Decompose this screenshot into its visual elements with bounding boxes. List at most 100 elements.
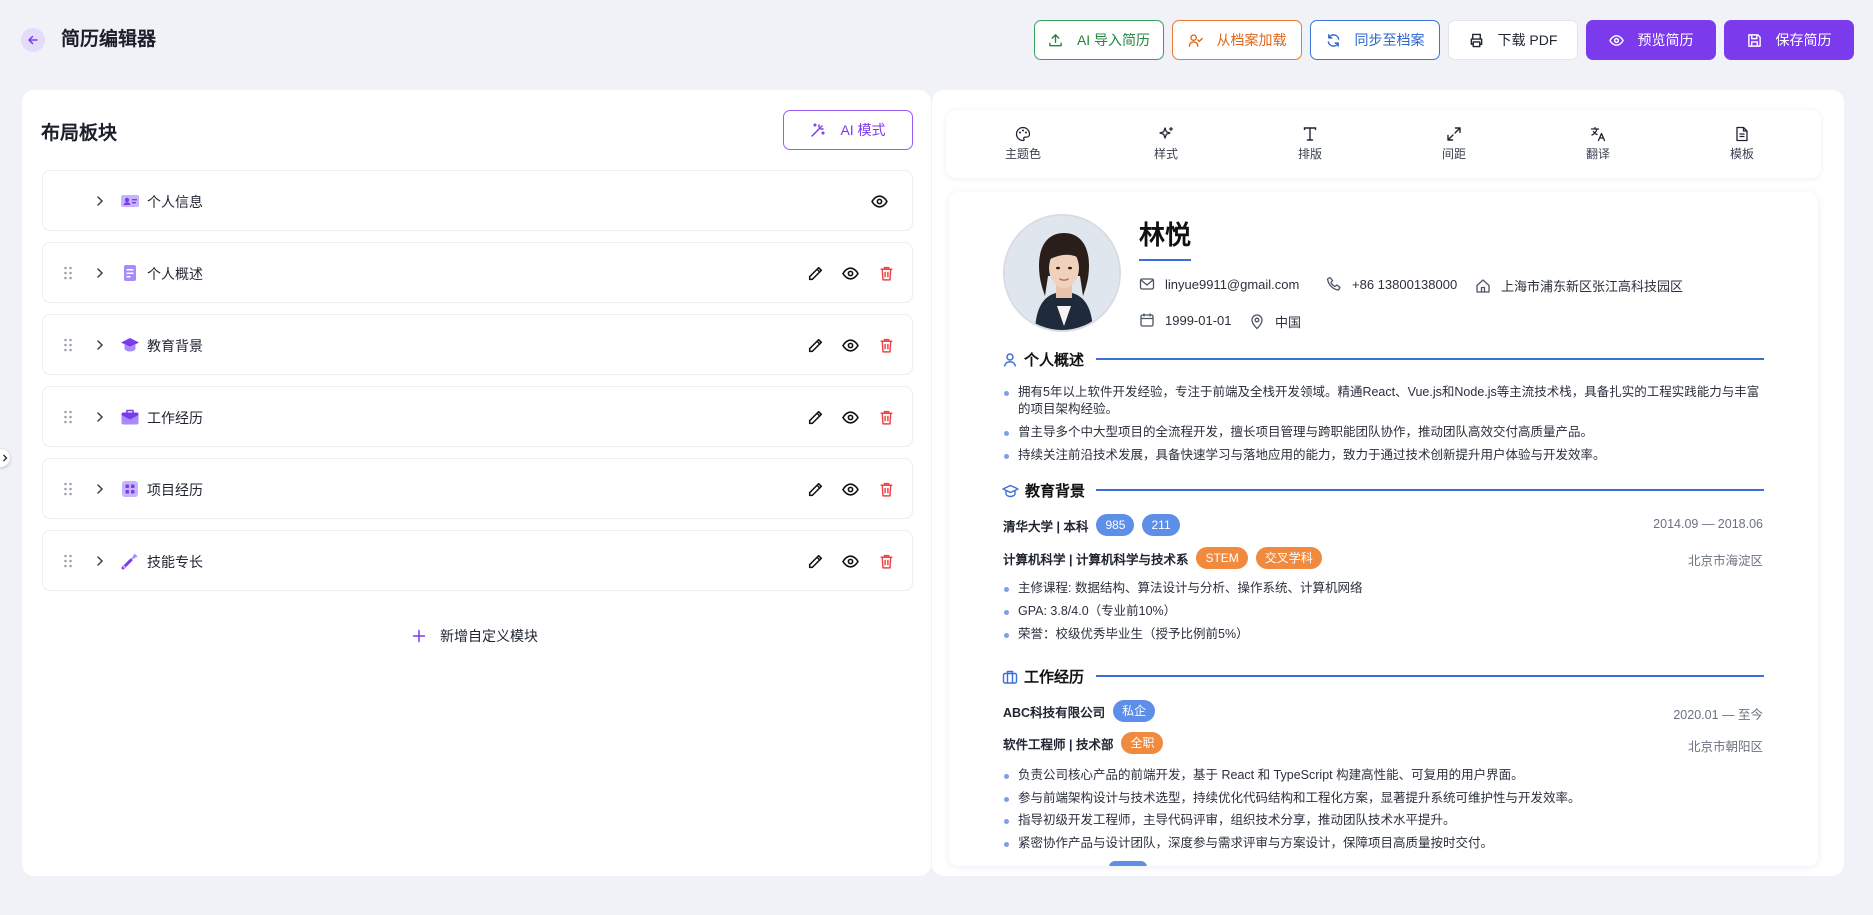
education-period: 2014.09 — 2018.06 [1653,517,1763,531]
tool-typography[interactable]: 排版 [1280,126,1340,162]
pencil-icon[interactable] [807,265,824,282]
load-archive-button[interactable]: 从档案加载 [1172,20,1302,60]
company-name: ABC科技有限公司 [1003,705,1106,720]
section-label: 项目经历 [147,482,203,498]
translate-icon [1590,126,1606,142]
email-text: linyue9911@gmail.com [1165,276,1300,292]
drag-handle-icon[interactable] [63,265,73,281]
section-item-education[interactable]: 教育背景 [42,314,913,375]
trash-icon[interactable] [878,553,895,570]
drag-handle-icon[interactable] [63,481,73,497]
plus-icon [412,629,426,643]
section-item-work[interactable]: 工作经历 [42,386,913,447]
pencil-icon[interactable] [807,553,824,570]
summary-item: 曾主导多个中大型项目的全流程开发，擅长项目管理与跨职能团队协作，推动团队高效交付… [1003,424,1763,441]
eye-icon[interactable] [842,265,859,282]
download-pdf-button[interactable]: 下载 PDF [1448,20,1578,60]
tool-label: 排版 [1297,147,1322,161]
drag-handle-icon[interactable] [63,409,73,425]
chevron-right-icon[interactable] [93,194,107,208]
layout-panel-title: 布局板块 [41,123,118,144]
eye-icon[interactable] [842,481,859,498]
save-button[interactable]: 保存简历 [1724,20,1854,60]
phone-icon [1326,276,1341,291]
major-name: 计算机科学 | 计算机科学与技术系 [1003,552,1189,567]
eye-icon[interactable] [871,193,888,210]
major-tag: 交叉学科 [1255,547,1322,569]
resume-preview[interactable]: 林悦 linyue9911@gmail.com +86 13800138000 … [949,192,1818,866]
arrow-left-icon [28,35,38,45]
work-heading: 工作经历 [1002,666,1084,687]
section-item-projects[interactable]: 项目经历 [42,458,913,519]
section-label: 教育背景 [147,338,203,354]
tool-style[interactable]: 样式 [1136,126,1196,162]
trash-icon[interactable] [878,337,895,354]
summary-divider [1096,358,1764,360]
company-tag: 私企 [1113,700,1156,722]
load-archive-label: 从档案加载 [1216,32,1287,48]
ai-mode-label: AI 模式 [840,122,886,138]
pencil-icon[interactable] [807,409,824,426]
save-label: 保存简历 [1775,32,1832,48]
tool-translate[interactable]: 翻译 [1568,126,1628,162]
user-icon [1003,352,1017,367]
pencil-icon[interactable] [807,337,824,354]
chevron-right-icon[interactable] [93,410,107,424]
chevron-right-icon[interactable] [93,482,107,496]
drag-handle-icon[interactable] [63,553,73,569]
summary-title: 个人概述 [1024,352,1085,369]
eye-icon[interactable] [842,553,859,570]
work-item: 参与前端架构设计与技术选型，持续优化代码结构和工程化方案，显著提升系统可维护性与… [1003,790,1763,807]
summary-item: 持续关注前沿技术发展，具备快速学习与落地应用的能力，致力于通过技术创新提升用户体… [1003,447,1763,464]
summary-item: 拥有5年以上软件开发经验，专注于前端及全栈开发领域。精通React、Vue.js… [1003,384,1763,418]
name-underline [1139,259,1191,261]
ai-import-button[interactable]: AI 导入简历 [1034,20,1164,60]
section-label: 个人信息 [147,194,203,210]
education-item: 主修课程: 数据结构、算法设计与分析、操作系统、计算机网络 [1003,580,1763,597]
major-tag: STEM [1196,547,1248,569]
section-item-summary[interactable]: 个人概述 [42,242,913,303]
work-city: 北京市朝阳区 [1687,740,1763,754]
trash-icon[interactable] [878,481,895,498]
panel-toggle-handle[interactable] [0,449,10,467]
sync-archive-button[interactable]: 同步至档案 [1310,20,1440,60]
chevron-right-icon[interactable] [93,266,107,280]
work-divider [1096,675,1764,677]
education-item: 荣誉：校级优秀毕业生（授予比例前5%） [1003,626,1763,643]
add-custom-module-button[interactable]: 新增自定义模块 [412,626,538,646]
role-row: 软件工程师 | 技术部 全职 [1003,732,1164,754]
upload-icon [1049,33,1062,46]
tool-spacing[interactable]: 间距 [1424,126,1484,162]
school-tag: 211 [1142,514,1180,536]
tool-label: 样式 [1153,147,1178,161]
section-item-personal-info[interactable]: 个人信息 [42,170,913,231]
eye-icon[interactable] [842,409,859,426]
ai-import-label: AI 导入简历 [1076,32,1151,48]
trash-icon[interactable] [878,265,895,282]
drag-handle-icon[interactable] [63,337,73,353]
school-name: 清华大学 | 本科 [1003,519,1089,534]
app-title: 简历编辑器 [61,29,157,50]
eye-icon[interactable] [842,337,859,354]
tool-theme-color[interactable]: 主题色 [993,126,1053,162]
work-title: 工作经历 [1024,669,1085,686]
chevron-right-icon[interactable] [93,554,107,568]
ai-mode-button[interactable]: AI 模式 [783,110,913,150]
education-item: GPA: 3.8/4.0（专业前10%） [1003,603,1763,620]
tool-template[interactable]: 模板 [1712,126,1772,162]
section-item-skills[interactable]: 技能专长 [42,530,913,591]
pencil-icon[interactable] [807,481,824,498]
download-pdf-label: 下载 PDF [1497,32,1558,48]
work-item: 负责公司核心产品的前端开发，基于 React 和 TypeScript 构建高性… [1003,767,1763,784]
mail-icon [1139,278,1155,290]
trash-icon[interactable] [878,409,895,426]
education-heading: 教育背景 [1002,480,1085,501]
chevron-right-icon[interactable] [93,338,107,352]
work-period: 2020.01 — 至今 [1673,708,1763,722]
style-toolbar: 主题色 样式 排版 间距 翻译 模板 [946,110,1821,178]
back-button[interactable] [21,28,45,52]
printer-icon [1470,33,1482,47]
role-tag: 全职 [1121,732,1164,754]
location-item: 中国 [1249,312,1301,331]
preview-button[interactable]: 预览简历 [1586,20,1716,60]
